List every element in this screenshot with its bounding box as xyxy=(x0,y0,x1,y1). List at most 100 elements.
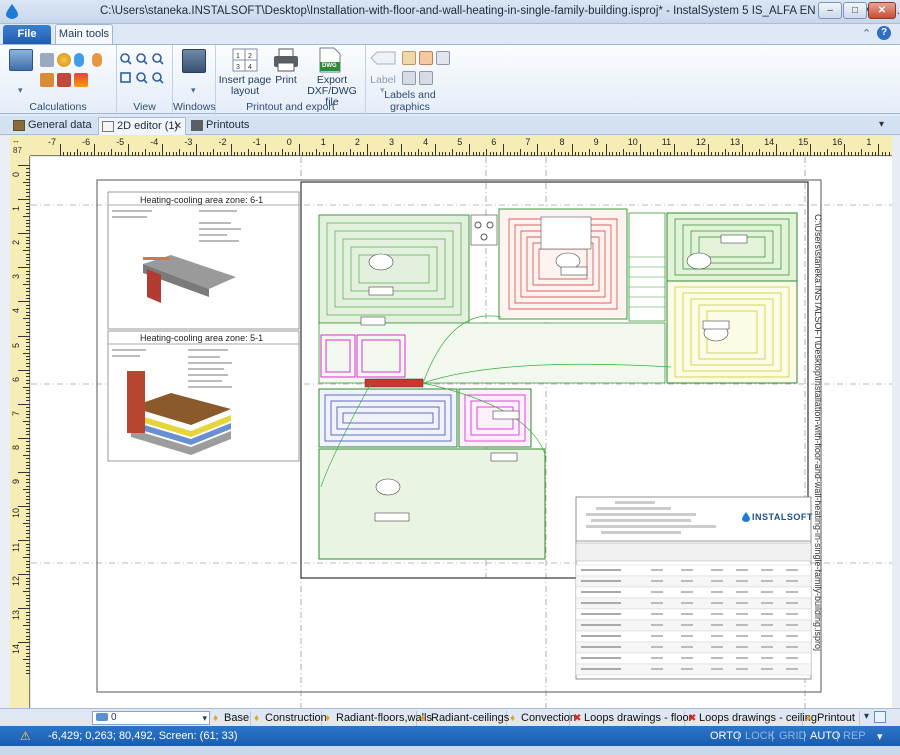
ruler-minor-tick xyxy=(619,152,621,156)
radiator-icon[interactable] xyxy=(74,73,88,87)
insert-page-layout-button[interactable]: Insert page layout xyxy=(218,75,272,97)
maximize-button[interactable]: □ xyxy=(843,2,867,19)
layer-select[interactable]: 0 ▾ xyxy=(92,711,210,725)
vertical-scrollbar[interactable] xyxy=(892,136,900,708)
tab-general-data[interactable]: General data xyxy=(10,117,94,135)
water-drop-icon[interactable] xyxy=(74,53,84,67)
ruler-minor-tick xyxy=(23,454,30,456)
close-tab-icon[interactable]: ✕ xyxy=(174,118,182,135)
svg-text:2: 2 xyxy=(248,53,252,60)
ruler-major-tick xyxy=(332,144,334,156)
vertical-path-text: C:\Users\staneka.INSTALSOFT\Desktop\Inst… xyxy=(813,214,823,651)
layer-hidden-icon[interactable]: ✖ xyxy=(688,712,697,726)
hot-drop-icon[interactable] xyxy=(92,53,102,67)
layer-visible-icon[interactable]: ♦ xyxy=(510,712,519,726)
title-block-cell xyxy=(651,635,663,637)
ruler-minor-tick xyxy=(26,362,30,364)
tab-main-tools[interactable]: Main tools xyxy=(55,24,113,45)
list-icon[interactable] xyxy=(436,51,450,65)
ruler-minor-tick xyxy=(268,152,269,156)
layer-tab-printout[interactable]: ♦ Printout xyxy=(806,711,860,726)
ruler-h-label: 13 xyxy=(730,137,741,147)
status-menu-icon[interactable]: ▾ xyxy=(877,730,883,743)
collapse-ribbon-icon[interactable]: ⌃ xyxy=(862,27,871,40)
layer-hidden-icon[interactable]: ✖ xyxy=(573,712,582,726)
layer-visible-icon[interactable]: ♦ xyxy=(254,712,263,726)
title-block-cell xyxy=(736,591,748,593)
tab-printouts[interactable]: Printouts xyxy=(188,117,258,135)
layer-visible-icon[interactable]: ♦ xyxy=(325,712,334,726)
calculations-dropdown[interactable]: ▾ xyxy=(18,85,23,96)
minimize-button[interactable]: – xyxy=(818,2,842,19)
horizontal-ruler[interactable]: -7 -6 -5 -4 -3 -2 -1 0 1 2 3 4 5 6 7 8 9 10 11 12 13 14 15 16 1 xyxy=(30,136,892,156)
ruler-minor-tick xyxy=(803,152,805,156)
export-dwg-icon[interactable] xyxy=(318,47,342,73)
layer-tab-loops-drawings-floor[interactable]: ✖ Loops drawings - floor xyxy=(573,711,692,726)
ruler-minor-tick xyxy=(799,152,801,156)
ruler-minor-tick xyxy=(397,152,399,156)
ruler-minor-tick xyxy=(701,152,703,156)
legend-icon[interactable] xyxy=(419,51,433,65)
ruler-minor-tick xyxy=(83,152,85,156)
boxes-icon[interactable] xyxy=(40,73,54,87)
drawing-canvas[interactable]: Heating-cooling area zone: 6-1 Heating-c… xyxy=(31,157,892,708)
table-icon[interactable] xyxy=(40,53,54,67)
layers-settings-icon[interactable] xyxy=(874,711,886,723)
ruler-minor-tick xyxy=(227,152,229,156)
ruler-minor-tick xyxy=(377,152,379,156)
table-graphic-icon[interactable] xyxy=(419,71,433,85)
ruler-minor-tick xyxy=(26,332,30,334)
room-blue xyxy=(318,388,458,448)
label-style-icon[interactable] xyxy=(402,51,416,65)
close-button[interactable]: ✕ xyxy=(868,2,896,19)
ruler-minor-tick xyxy=(363,152,365,156)
toggle-rep[interactable]: REP xyxy=(843,730,866,742)
ruler-minor-tick xyxy=(26,321,30,323)
layers-menu-icon[interactable]: ▾ xyxy=(864,711,869,722)
ruler-minor-tick xyxy=(26,308,30,310)
floor-plan-drawing[interactable] xyxy=(31,157,892,708)
ruler-minor-tick xyxy=(796,152,798,156)
layer-tab-radiant-ceilings[interactable]: ♦ Radiant-ceilings xyxy=(420,711,509,726)
layer-tab-radiant-floors-walls[interactable]: ♦ Radiant-floors,walls xyxy=(325,711,432,726)
sun-icon[interactable] xyxy=(57,53,71,67)
ruler-minor-tick xyxy=(26,240,30,242)
tabs-menu-icon[interactable]: ▾ xyxy=(879,119,884,130)
layer-tab-loops-drawings-ceiling[interactable]: ✖ Loops drawings - ceiling xyxy=(688,711,817,726)
layer-tab-base[interactable]: ♦ Base xyxy=(213,711,251,726)
vertical-ruler[interactable]: 0 1 2 3 4 5 6 7 8 9 10 11 12 13 14 xyxy=(10,156,30,708)
print-button[interactable]: Print xyxy=(272,75,300,86)
warning-icon[interactable]: ⚠ xyxy=(20,729,31,743)
help-icon[interactable]: ? xyxy=(877,26,891,40)
calculator-icon[interactable] xyxy=(9,49,33,71)
zone-1-title: Heating-cooling area zone: 6-1 xyxy=(140,195,264,205)
layer-visible-icon[interactable]: ♦ xyxy=(420,712,429,726)
ruler-major-tick xyxy=(18,233,30,235)
label-tag-icon[interactable] xyxy=(370,51,396,65)
ruler-corner[interactable]: ↔ 87 xyxy=(10,136,30,156)
layer-visible-icon[interactable]: ♦ xyxy=(213,712,222,726)
ruler-minor-tick xyxy=(237,152,239,156)
app-drop-icon[interactable] xyxy=(6,4,18,19)
printer-icon[interactable] xyxy=(273,48,299,72)
svg-text:1: 1 xyxy=(236,53,240,60)
ruler-minor-tick xyxy=(271,152,273,156)
ruler-minor-tick xyxy=(26,529,30,531)
tab-2d-editor[interactable]: 2D editor (1) ✕ xyxy=(98,117,186,135)
zoom-tools-icon[interactable] xyxy=(119,52,171,90)
title-block-cell xyxy=(711,569,723,571)
layer-tab-construction[interactable]: ♦ Construction xyxy=(254,711,327,726)
heat-source-icon[interactable] xyxy=(57,73,71,87)
windows-icon[interactable] xyxy=(182,49,206,73)
layer-visible-icon[interactable]: ♦ xyxy=(806,712,815,726)
ruler-minor-tick xyxy=(26,669,30,671)
tab-file[interactable]: File xyxy=(3,25,51,44)
layer-tab-convection[interactable]: ♦ Convection xyxy=(510,711,576,726)
title-block-cell xyxy=(581,580,621,582)
page-layout-icon[interactable]: 1 2 3 4 xyxy=(232,48,258,72)
windows-dropdown[interactable]: ▾ xyxy=(191,85,196,96)
title-block-cell xyxy=(681,591,693,593)
ruler-minor-tick xyxy=(26,604,30,606)
grid-table-icon[interactable] xyxy=(402,71,416,85)
ruler-v-label: 1 xyxy=(11,206,21,212)
